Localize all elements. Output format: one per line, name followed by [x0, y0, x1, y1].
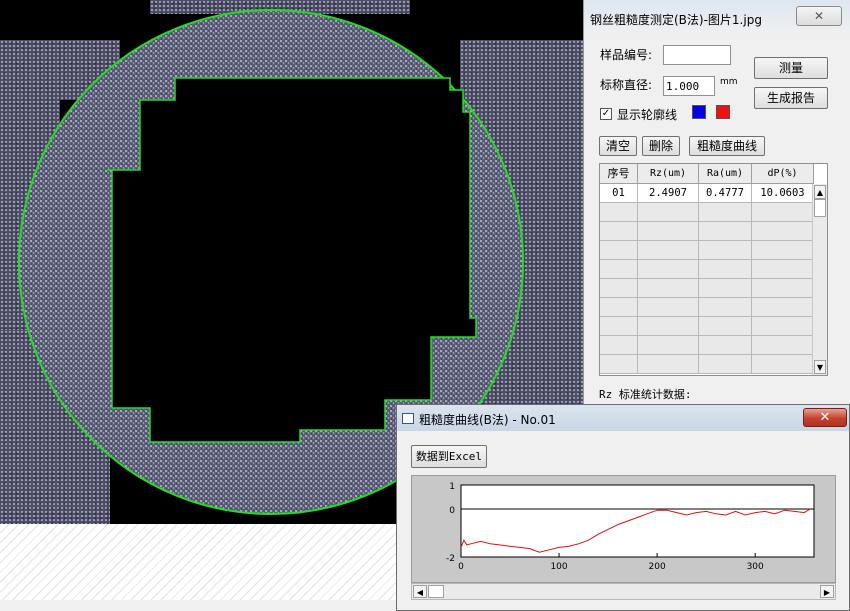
- clear-button[interactable]: 清空: [599, 136, 637, 156]
- table-cell[interactable]: [699, 317, 752, 336]
- roughness-curve-button[interactable]: 粗糙度曲线: [689, 136, 765, 156]
- table-cell[interactable]: [638, 241, 699, 260]
- results-table[interactable]: 序号 Rz(um) Ra(um) dP(%) 01 2.4907 0.4777 10.…: [599, 163, 828, 376]
- x-tick-label: 200: [649, 562, 666, 572]
- table-cell[interactable]: [638, 260, 699, 279]
- table-cell[interactable]: [699, 241, 752, 260]
- table-cell[interactable]: [699, 260, 752, 279]
- table-cell[interactable]: [600, 298, 638, 317]
- table-cell[interactable]: [699, 355, 752, 374]
- table-cell[interactable]: [638, 355, 699, 374]
- y-tick-label: 0: [449, 506, 455, 516]
- table-cell[interactable]: [699, 203, 752, 222]
- masked-core: [107, 77, 477, 443]
- y-tick-label: -2: [446, 554, 455, 564]
- window-icon: [402, 413, 414, 424]
- table-cell[interactable]: [699, 298, 752, 317]
- vertical-scrollbar[interactable]: ▲ ▼: [812, 184, 827, 375]
- table-row[interactable]: [600, 317, 814, 336]
- table-cell[interactable]: [638, 336, 699, 355]
- table-row[interactable]: [600, 260, 814, 279]
- scroll-up-arrow[interactable]: ▲: [814, 185, 826, 199]
- table-cell[interactable]: [752, 260, 814, 279]
- table-cell[interactable]: [752, 317, 814, 336]
- table-cell[interactable]: [752, 222, 814, 241]
- measure-button[interactable]: 测量: [754, 57, 828, 79]
- table-row[interactable]: [600, 279, 814, 298]
- roughness-chart-svg: 10-20 100 200 300: [446, 482, 815, 572]
- scroll-left-arrow[interactable]: ◀: [413, 585, 427, 598]
- status-strip: [0, 600, 396, 611]
- table-row[interactable]: [600, 298, 814, 317]
- delete-button[interactable]: 删除: [642, 136, 680, 156]
- table-cell[interactable]: [752, 241, 814, 260]
- table-cell[interactable]: 0.4777: [699, 184, 752, 203]
- curve-window-titlebar: 粗糙度曲线(B法) - No.01 ✕: [397, 405, 849, 431]
- roughness-chart: 1 0 -2 0 100 200 300: [411, 475, 836, 583]
- sample-no-field[interactable]: [663, 45, 731, 65]
- contour-color-red[interactable]: [716, 105, 730, 119]
- column-header[interactable]: dP(%): [752, 164, 814, 184]
- x-tick-label: 100: [550, 562, 567, 572]
- table-row[interactable]: [600, 203, 814, 222]
- table-row[interactable]: [600, 222, 814, 241]
- table-row[interactable]: 01 2.4907 0.4777 10.0603: [600, 184, 814, 203]
- table-cell[interactable]: [600, 260, 638, 279]
- table-cell[interactable]: [699, 279, 752, 298]
- export-excel-button[interactable]: 数据到Excel: [411, 445, 487, 468]
- show-contour-label: 显示轮廓线: [617, 108, 678, 122]
- table-row[interactable]: [600, 355, 814, 374]
- table-cell[interactable]: 10.0603: [752, 184, 814, 203]
- x-tick-label: 300: [747, 562, 764, 572]
- table-cell[interactable]: [600, 355, 638, 374]
- table-cell[interactable]: [752, 336, 814, 355]
- table-cell[interactable]: [752, 298, 814, 317]
- table-cell[interactable]: [752, 279, 814, 298]
- table-row[interactable]: [600, 241, 814, 260]
- table-cell[interactable]: [699, 336, 752, 355]
- contour-color-blue[interactable]: [692, 105, 706, 119]
- table-cell[interactable]: [638, 317, 699, 336]
- scroll-down-arrow[interactable]: ▼: [814, 360, 826, 374]
- table-cell[interactable]: [699, 222, 752, 241]
- scroll-right-arrow[interactable]: ▶: [820, 585, 834, 598]
- column-header[interactable]: 序号: [600, 164, 638, 184]
- roughness-curve-window[interactable]: 粗糙度曲线(B法) - No.01 ✕ 数据到Excel 1 0 -2 0 100 200…: [396, 404, 850, 611]
- close-button[interactable]: ✕: [796, 6, 842, 26]
- table-cell[interactable]: [600, 336, 638, 355]
- table-cell[interactable]: [600, 279, 638, 298]
- table-cell[interactable]: [638, 203, 699, 222]
- table-cell[interactable]: 2.4907: [638, 184, 699, 203]
- scroll-thumb[interactable]: [428, 585, 444, 598]
- table-cell[interactable]: 01: [600, 184, 638, 203]
- generate-report-button[interactable]: 生成报告: [754, 87, 828, 109]
- table-cell[interactable]: [600, 241, 638, 260]
- table-cell[interactable]: [752, 355, 814, 374]
- column-header[interactable]: Rz(um): [638, 164, 699, 184]
- y-tick-label: 1: [449, 482, 455, 492]
- table-cell[interactable]: [600, 317, 638, 336]
- table-row[interactable]: [600, 336, 814, 355]
- diameter-label: 标称直径:: [600, 78, 653, 92]
- show-contour-checkbox[interactable]: ✓: [600, 108, 612, 120]
- column-header[interactable]: Ra(um): [699, 164, 752, 184]
- table-cell[interactable]: [600, 222, 638, 241]
- scroll-thumb[interactable]: [814, 199, 826, 217]
- close-button[interactable]: ✕: [803, 408, 847, 427]
- horizontal-scrollbar[interactable]: ◀ ▶: [411, 583, 836, 600]
- diameter-unit: mm: [720, 77, 738, 87]
- x-tick-label: 0: [458, 562, 464, 572]
- table-cell[interactable]: [600, 203, 638, 222]
- table-cell[interactable]: [752, 203, 814, 222]
- table-cell[interactable]: [638, 298, 699, 317]
- diameter-field[interactable]: 1.000: [663, 76, 715, 96]
- curve-window-title: 粗糙度曲线(B法) - No.01: [419, 413, 556, 427]
- table-cell[interactable]: [638, 279, 699, 298]
- sample-no-label: 样品编号:: [600, 48, 653, 62]
- stats-text: Rz 标准统计数据:: [599, 388, 692, 401]
- table-cell[interactable]: [638, 222, 699, 241]
- hatched-background: [0, 524, 396, 600]
